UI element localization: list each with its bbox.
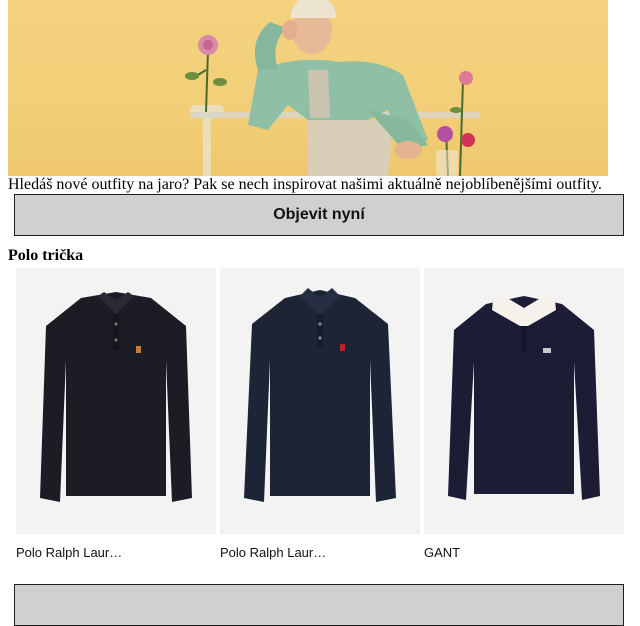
product-image[interactable] [424,268,624,534]
product-image[interactable] [16,268,216,534]
product-brand: GANT [424,545,461,560]
promo-text: Hledáš nové outfity na jaro? Pak se nech… [8,176,602,193]
section-title: Polo trička [8,247,84,264]
product-card[interactable]: Polo Ralph Laur… [16,268,216,568]
product-image[interactable] [220,268,420,534]
product-brand: Polo Ralph Laur… [16,545,123,560]
product-card[interactable]: GANT [424,268,624,568]
product-card[interactable]: Polo Ralph Laur… [220,268,420,568]
product-brand: Polo Ralph Laur… [220,545,327,560]
hero-image[interactable] [8,0,608,176]
show-more-button[interactable] [14,584,624,626]
discover-now-button[interactable]: Objevit nyní [14,194,624,236]
product-list: Polo Ralph Laur… Polo Ralph Laur… GANT [16,268,628,568]
